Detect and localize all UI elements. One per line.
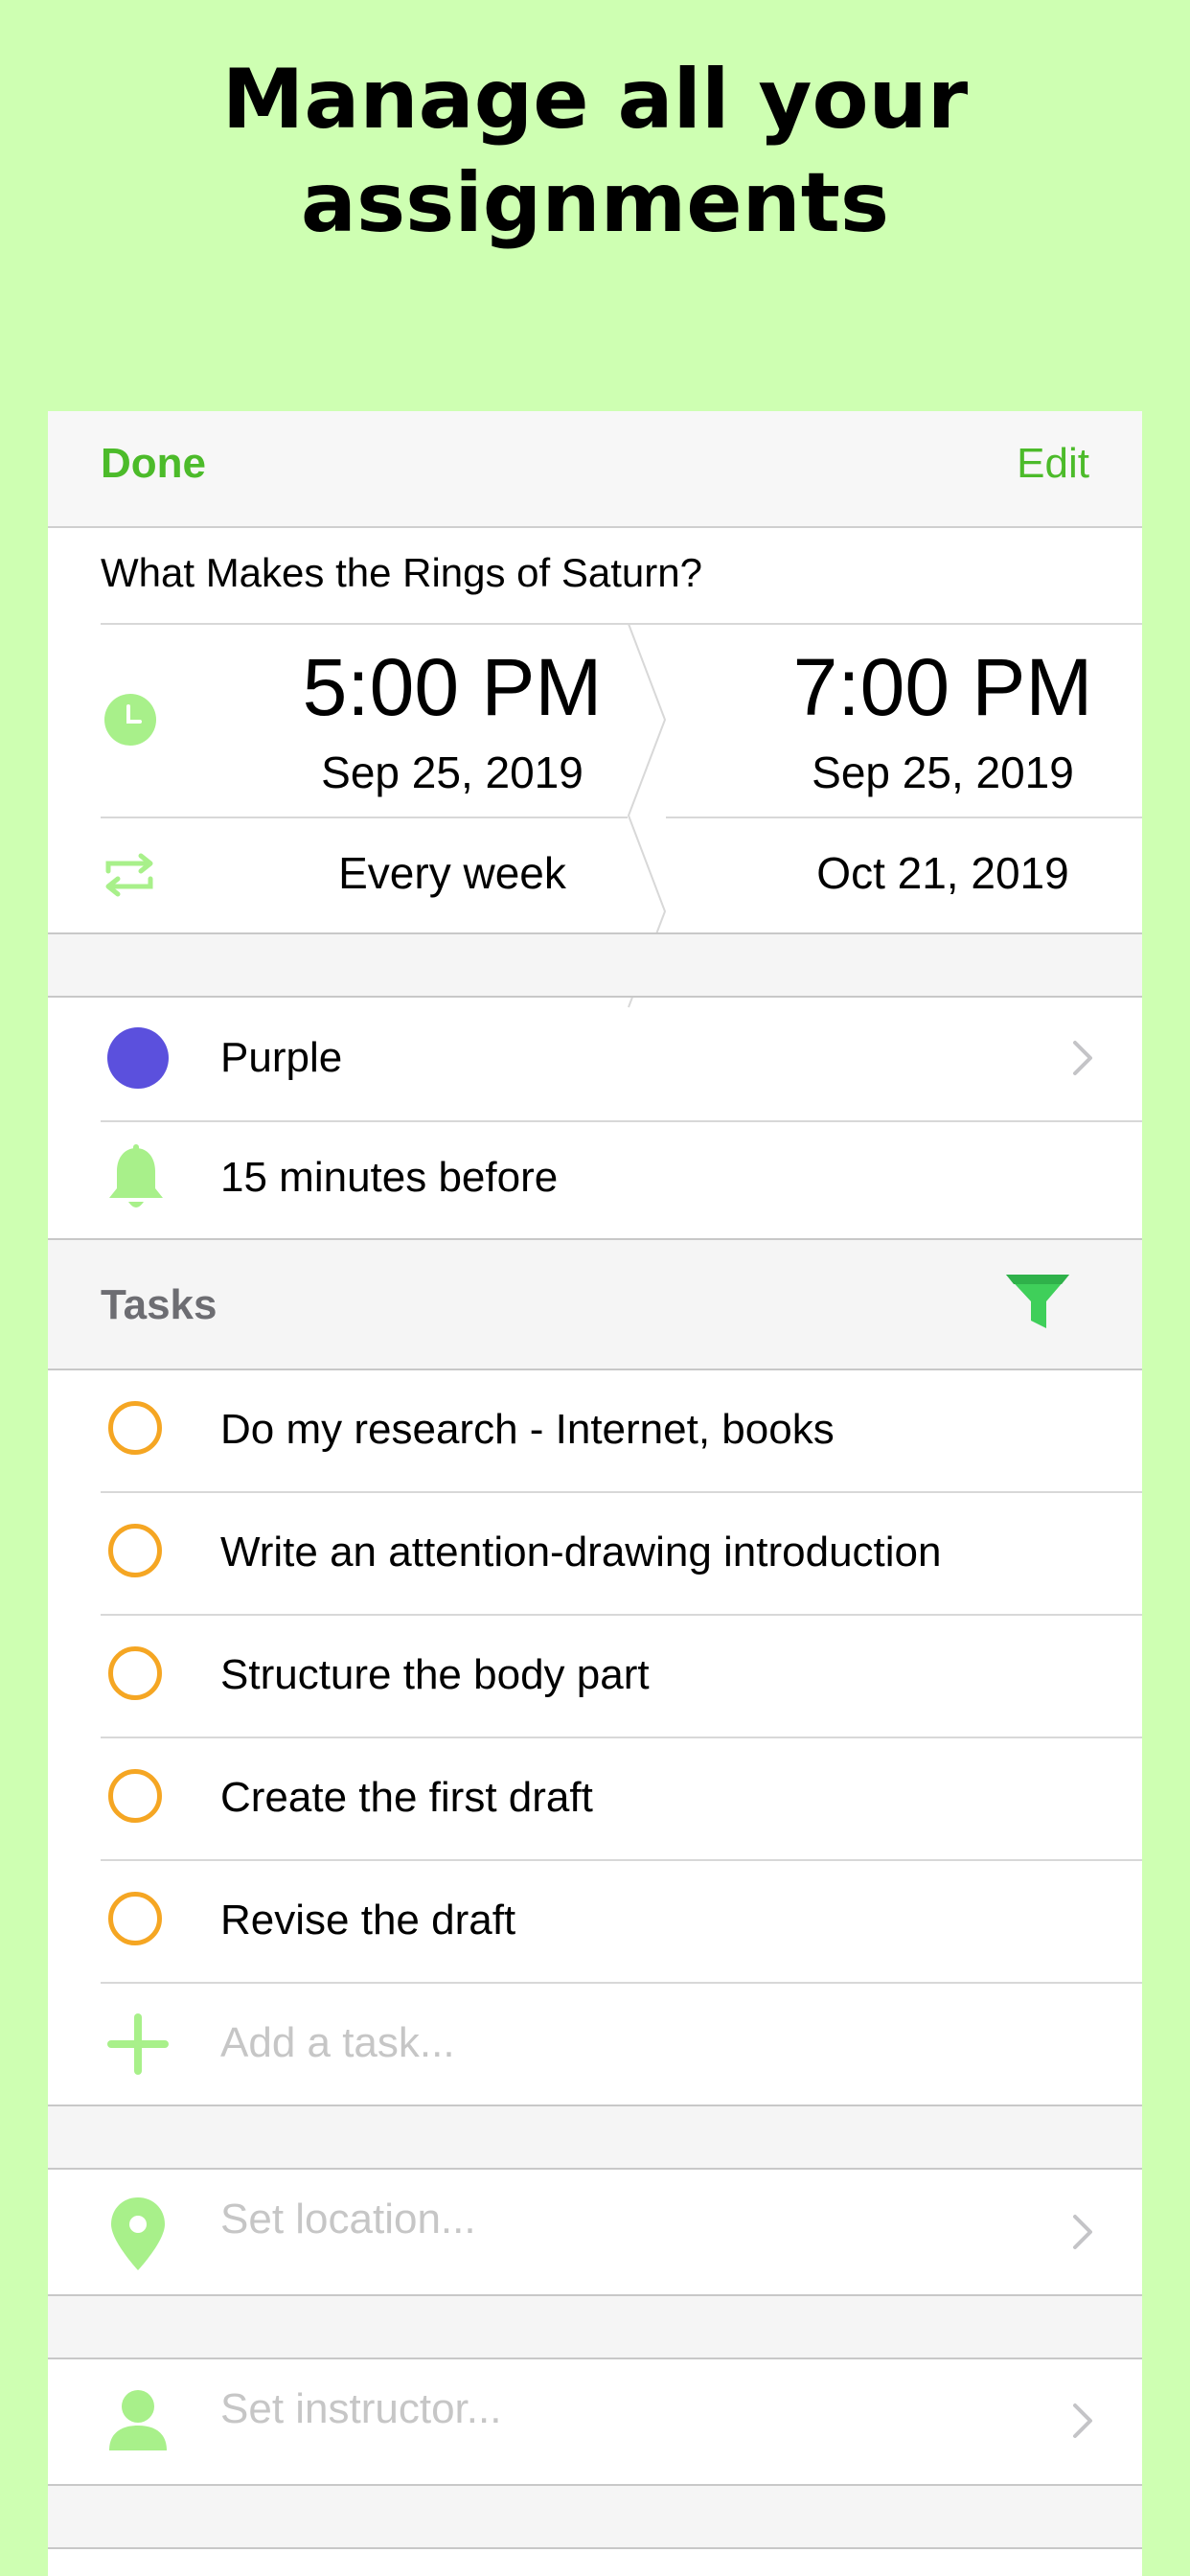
section-spacer [48, 2486, 1142, 2547]
task-label: Write an attention-drawing introduction [220, 1529, 942, 1576]
color-swatch [107, 1027, 169, 1089]
edit-button[interactable]: Edit [1017, 440, 1089, 488]
promo-headline-line1: Manage all your [221, 52, 969, 148]
divider [48, 2358, 1142, 2359]
repeat-end-date[interactable]: Oct 21, 2019 [718, 847, 1142, 899]
task-label: Revise the draft [220, 1897, 516, 1944]
promo-headline: Manage all your assignments [0, 48, 1190, 255]
task-checkbox[interactable] [108, 1646, 162, 1700]
divider [101, 1614, 1142, 1616]
add-task-input[interactable]: Add a task... [220, 2019, 455, 2067]
section-spacer [48, 2106, 1142, 2168]
divider [101, 1736, 1142, 1738]
promo-headline-line2: assignments [300, 155, 890, 251]
divider [666, 816, 1142, 818]
plus-icon [107, 2013, 169, 2075]
section-spacer [48, 934, 1142, 996]
repeat-icon [105, 853, 153, 897]
assignment-detail-card: Done Edit What Makes the Rings of Saturn… [48, 411, 1142, 2576]
person-icon [109, 2390, 167, 2450]
clock-icon [104, 694, 156, 746]
task-checkbox[interactable] [108, 1524, 162, 1577]
divider [48, 996, 1142, 998]
chevron-right-icon [1073, 1041, 1092, 1075]
done-button[interactable]: Done [101, 440, 206, 488]
task-checkbox[interactable] [108, 1892, 162, 1945]
divider [101, 1859, 1142, 1861]
divider [101, 1491, 1142, 1493]
task-label: Do my research - Internet, books [220, 1406, 835, 1453]
location-pin-icon [111, 2197, 165, 2270]
divider [48, 2168, 1142, 2170]
divider [101, 1120, 1142, 1122]
chevron-right-icon [1073, 2215, 1092, 2249]
task-label: Create the first draft [220, 1774, 593, 1821]
end-date[interactable]: Sep 25, 2019 [718, 747, 1142, 798]
divider [101, 623, 1142, 625]
divider [48, 2547, 1142, 2549]
event-title[interactable]: What Makes the Rings of Saturn? [101, 550, 702, 596]
divider [101, 816, 628, 818]
task-checkbox[interactable] [108, 1769, 162, 1823]
start-time[interactable]: 5:00 PM [227, 641, 677, 734]
instructor-field: Set instructor... [220, 2385, 502, 2432]
end-time[interactable]: 7:00 PM [718, 641, 1142, 734]
task-label: Structure the body part [220, 1651, 650, 1698]
filter-icon[interactable] [1004, 1271, 1071, 1332]
color-label: Purple [220, 1034, 343, 1081]
divider [48, 1368, 1142, 1370]
section-spacer [48, 2296, 1142, 2358]
tasks-header-label: Tasks [101, 1281, 217, 1328]
divider [101, 1982, 1142, 1984]
bell-icon [109, 1144, 163, 1208]
chevron-right-icon [1073, 2404, 1092, 2438]
task-checkbox[interactable] [108, 1401, 162, 1455]
location-field: Set location... [220, 2196, 476, 2242]
nav-bar: Done Edit [48, 411, 1142, 528]
alert-label: 15 minutes before [220, 1154, 559, 1201]
repeat-frequency[interactable]: Every week [227, 847, 677, 899]
start-date[interactable]: Sep 25, 2019 [227, 747, 677, 798]
